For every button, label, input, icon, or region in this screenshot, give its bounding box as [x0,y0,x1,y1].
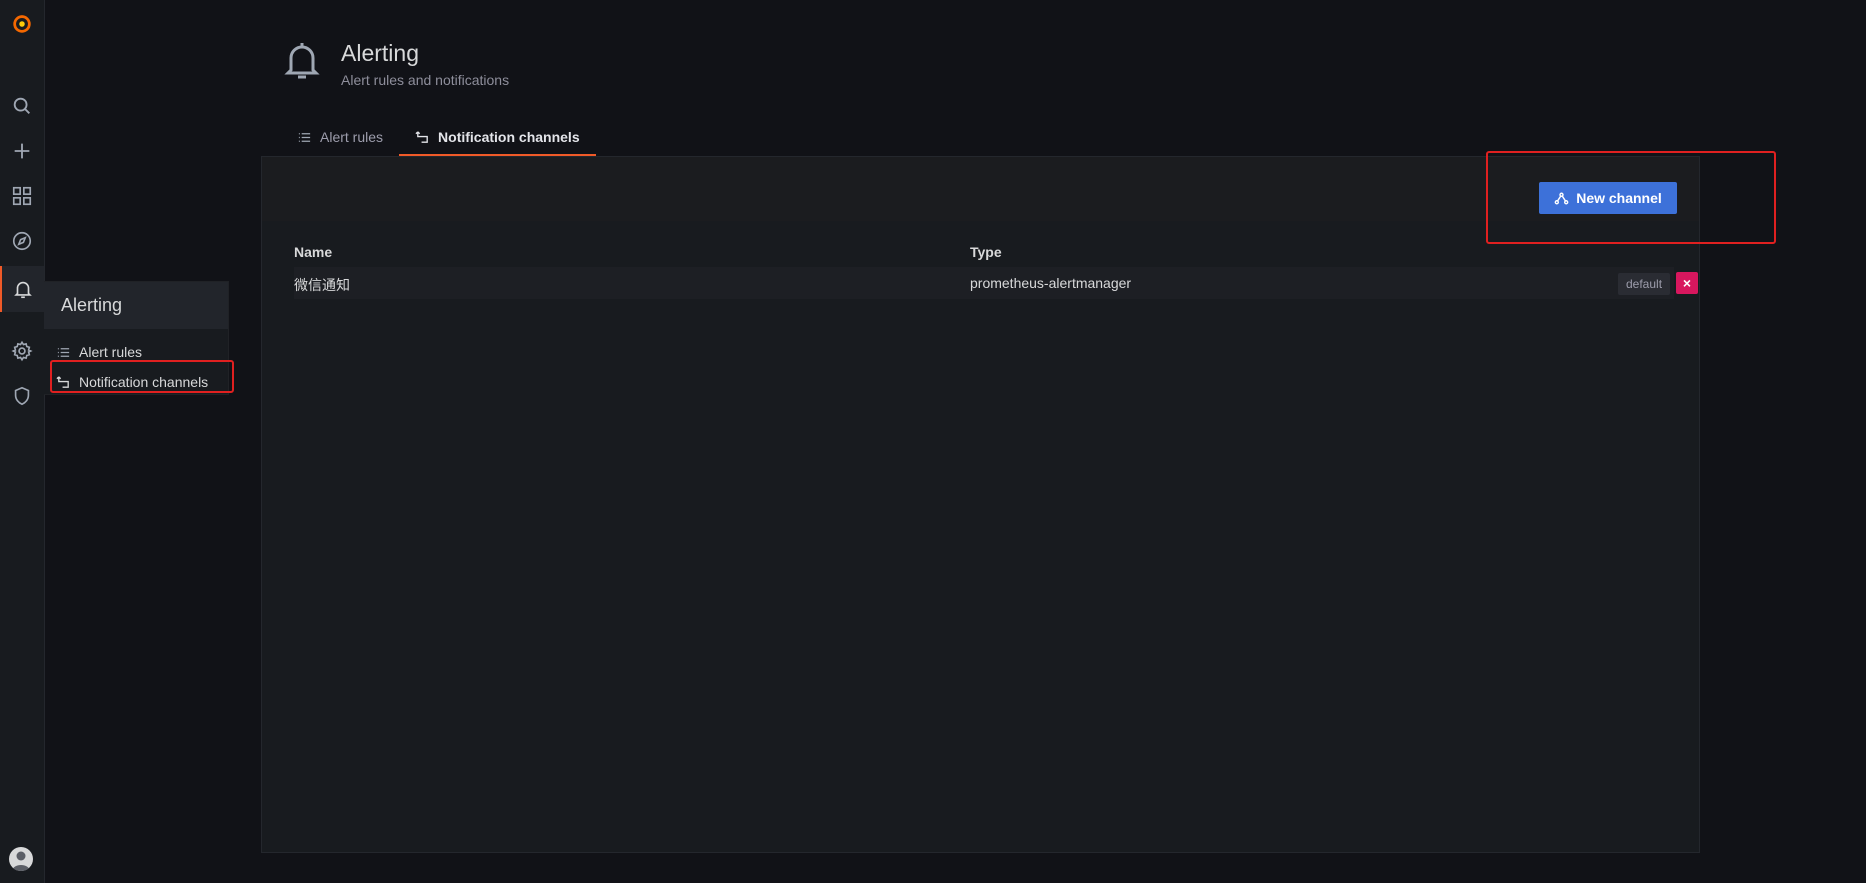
submenu-item-label: Alert rules [79,344,143,360]
shield-icon[interactable] [0,376,44,416]
search-icon[interactable] [0,86,44,126]
sidebar [0,0,45,883]
submenu-item-alert-rules[interactable]: Alert rules [44,337,228,367]
explore-icon[interactable] [0,221,44,261]
content-panel: New channel Name Type 微信通知 prometheus-al… [261,156,1700,853]
avatar[interactable] [9,847,33,871]
column-header-name: Name [294,244,333,260]
tab-alert-rules[interactable]: Alert rules [281,120,399,154]
new-channel-button[interactable]: New channel [1539,182,1677,214]
alerting-submenu: Alerting Alert rules Notification channe… [44,281,229,395]
list-icon [57,347,70,357]
table-header: Name Type [294,240,1674,264]
default-badge: default [1618,273,1671,295]
submenu-item-notification-channels[interactable]: Notification channels [44,367,228,397]
page-subtitle: Alert rules and notifications [341,72,510,88]
tab-label: Alert rules [320,129,384,145]
user-avatar-icon [12,851,30,871]
alerting-bell-icon [280,38,324,82]
dashboards-icon[interactable] [0,176,44,216]
column-header-type: Type [970,244,1002,260]
tab-label: Notification channels [438,129,580,145]
channel-icon [415,130,428,143]
bell-icon[interactable] [0,266,44,312]
channel-add-icon [1554,192,1569,204]
tab-bar: Alert rules Notification channels [281,120,596,157]
new-channel-label: New channel [1576,190,1662,206]
grafana-logo-icon [13,14,31,33]
grafana-logo[interactable] [0,4,44,44]
table-row[interactable]: 微信通知 prometheus-alertmanager default × [294,267,1698,299]
list-icon [298,132,311,142]
tab-notification-channels[interactable]: Notification channels [399,120,596,157]
plus-icon[interactable] [0,131,44,171]
submenu-title: Alerting [44,282,228,329]
channel-icon [56,375,69,388]
channel-name[interactable]: 微信通知 [294,275,350,295]
gear-icon[interactable] [0,331,44,371]
panel-toolbar [262,157,1699,221]
submenu-item-label: Notification channels [79,374,209,390]
channel-type: prometheus-alertmanager [970,275,1132,291]
page-title: Alerting [341,40,419,66]
delete-button[interactable]: × [1676,272,1698,294]
